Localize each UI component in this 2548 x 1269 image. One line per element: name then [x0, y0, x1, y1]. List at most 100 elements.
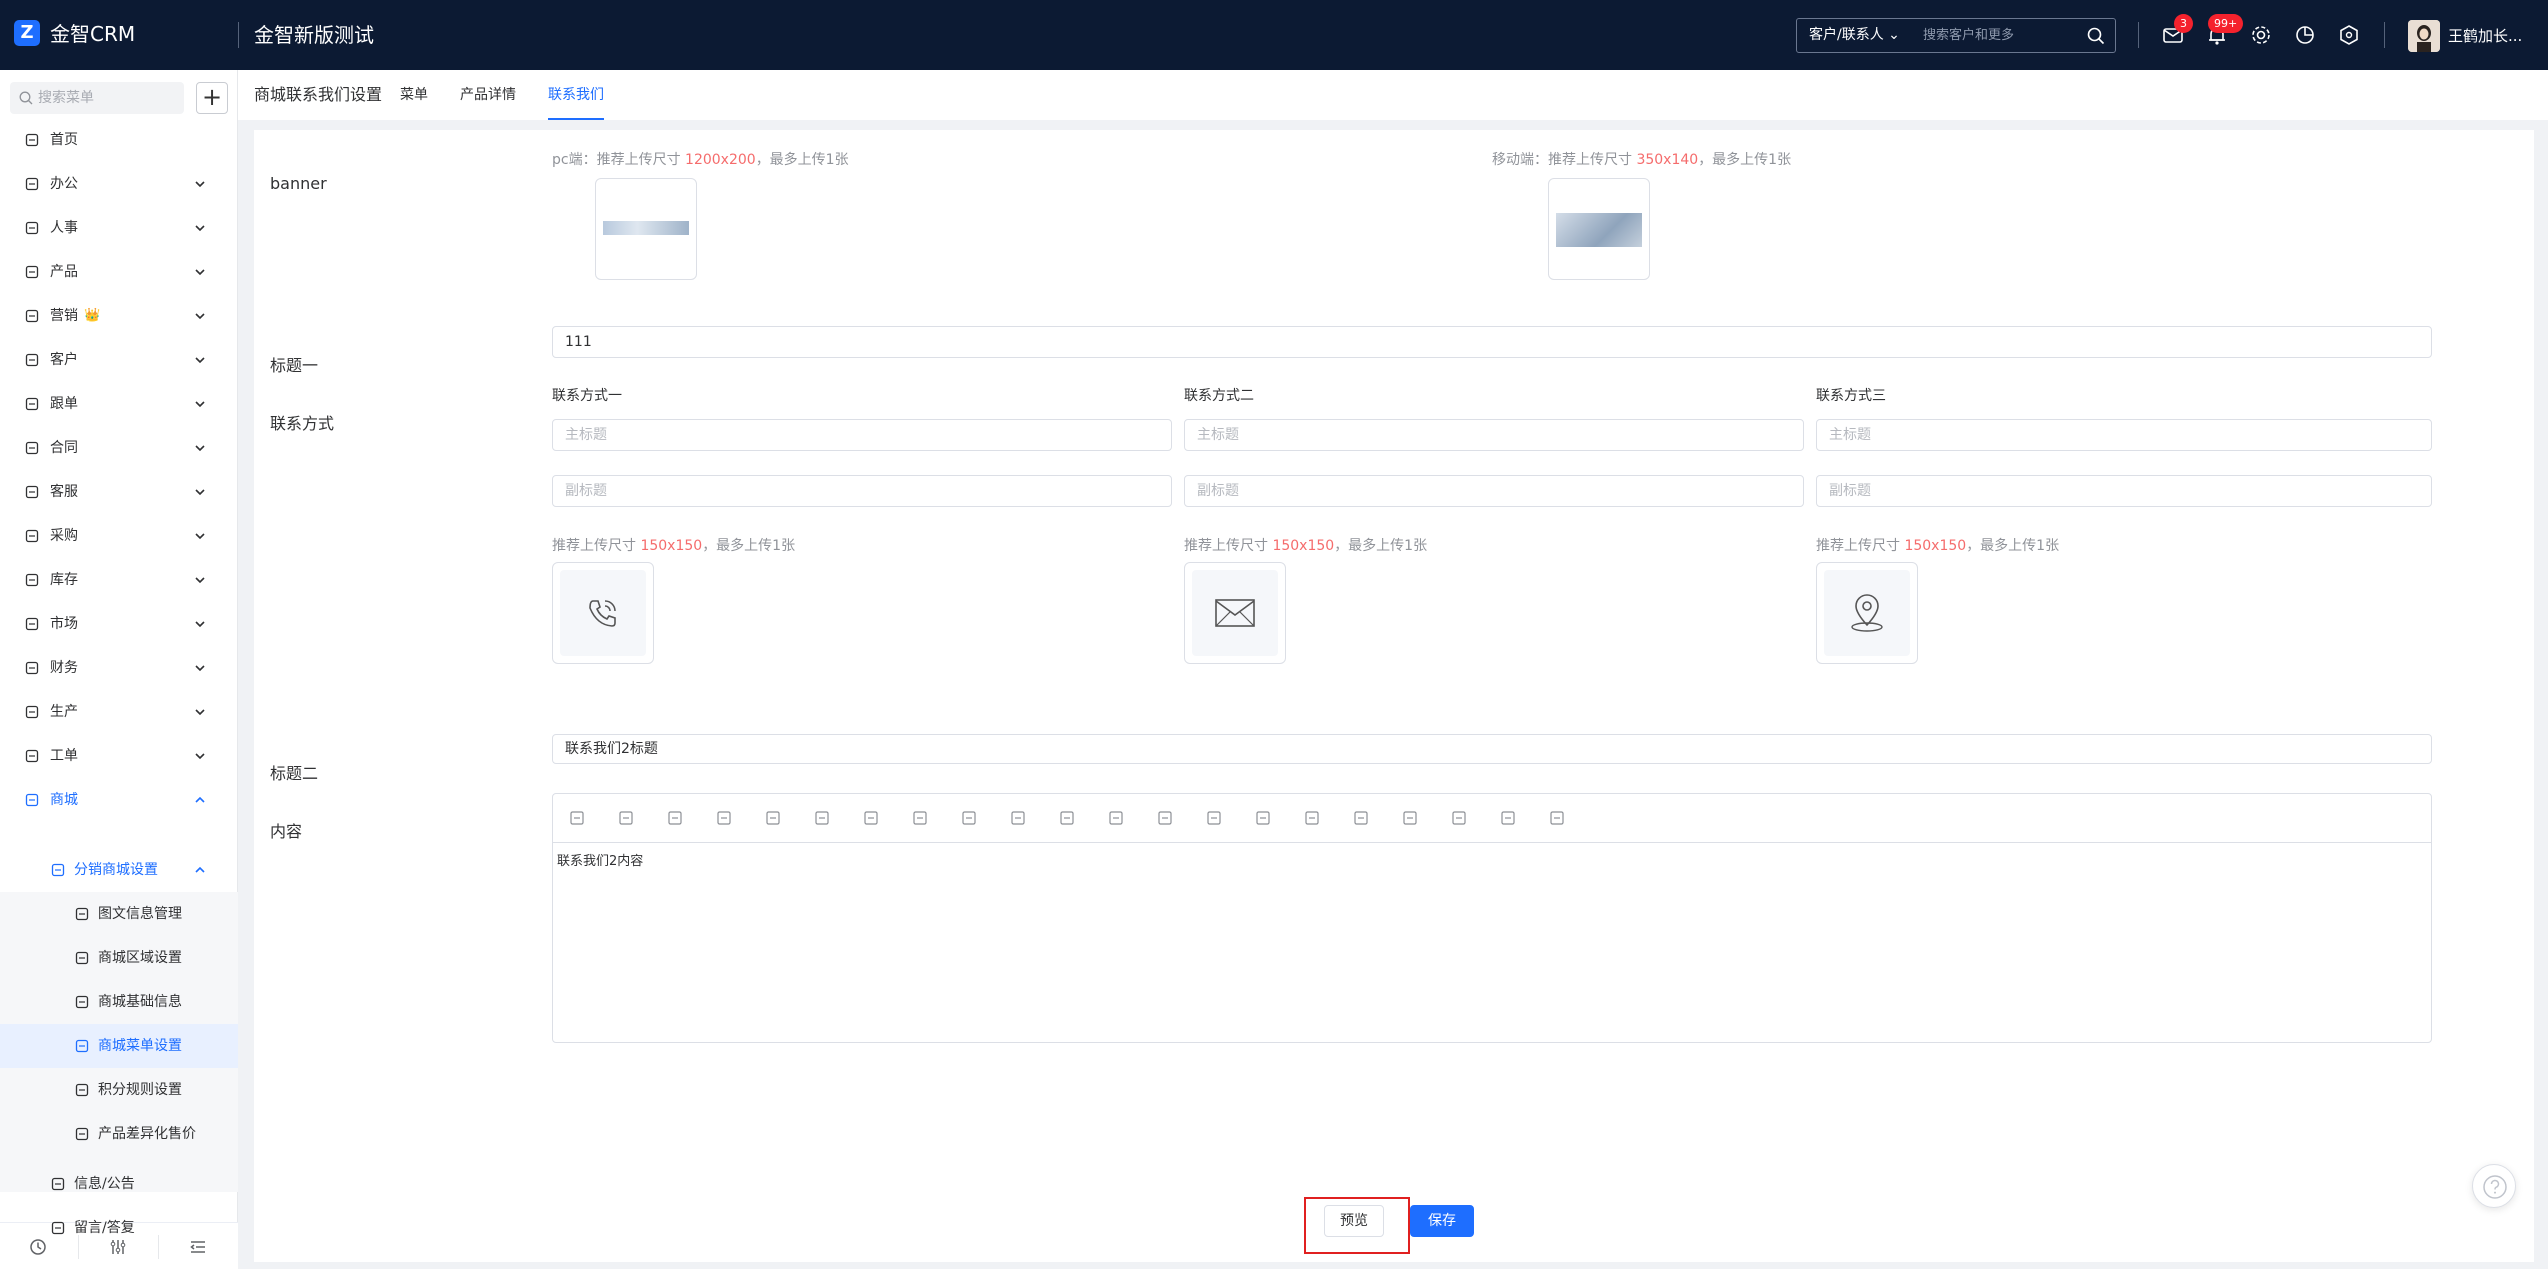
global-search[interactable]: 客户/联系人 ⌄ 搜索客户和更多 [1796, 18, 2116, 53]
contact-one-upload-hint: 推荐上传尺寸 150x150，最多上传1张 [552, 538, 796, 554]
justify-icon[interactable] [1253, 808, 1273, 828]
contact-one-sub-input[interactable]: 副标题 [552, 475, 1172, 507]
contact-three-image-upload[interactable] [1816, 562, 1918, 664]
sidebar-item[interactable]: 库存 [0, 558, 238, 602]
user-name[interactable]: 王鹤加长... [2448, 24, 2522, 48]
save-button[interactable]: 保存 [1410, 1205, 1474, 1237]
sidebar-item[interactable]: 产品 [0, 250, 238, 294]
sidebar-item[interactable]: 采购 [0, 514, 238, 558]
chevron-down-icon [192, 616, 208, 632]
add-menu-button[interactable]: + [196, 82, 228, 114]
logo-icon[interactable]: Z [14, 20, 40, 46]
contact-three-sub-input[interactable]: 副标题 [1816, 475, 2432, 507]
mobile-banner-upload[interactable] [1548, 178, 1650, 280]
search-icon[interactable] [2087, 27, 2105, 45]
chart-pie-icon[interactable] [2292, 22, 2318, 48]
sidebar-item[interactable]: 人事 [0, 206, 238, 250]
sidebar-item-label: 首页 [50, 132, 78, 148]
fullscreen-icon[interactable] [1449, 808, 1469, 828]
bg-color-icon[interactable] [910, 808, 930, 828]
sidebar-item[interactable]: 留言/答复 [0, 1206, 238, 1250]
content-label: 内容 [270, 822, 303, 841]
contact-two-image-upload[interactable] [1184, 562, 1286, 664]
sidebar-item[interactable]: 办公 [0, 162, 238, 206]
sidebar-item[interactable]: 工单 [0, 734, 238, 778]
sidebar-item[interactable]: 生产 [0, 690, 238, 734]
contact-three-main-input[interactable]: 主标题 [1816, 419, 2432, 451]
redo-icon[interactable] [665, 808, 685, 828]
align-left-icon[interactable] [1106, 808, 1126, 828]
preview-button[interactable]: 预览 [1324, 1205, 1384, 1237]
bullet-list-icon[interactable] [1547, 808, 1567, 828]
submenu-item[interactable]: 商城菜单设置 [0, 1024, 238, 1068]
submenu-item[interactable]: 商城区域设置 [0, 936, 238, 980]
chevron-down-icon [192, 748, 208, 764]
title-two-input[interactable]: 联系我们2标题 [552, 734, 2432, 764]
sidebar-item[interactable]: 财务 [0, 646, 238, 690]
italic-icon[interactable] [1008, 808, 1028, 828]
app-name[interactable]: 金智CRM [50, 20, 135, 48]
sidebar-item-label: 市场 [50, 616, 78, 632]
tab-contact-us[interactable]: 联系我们 [548, 70, 604, 120]
sidebar-item[interactable]: 信息/公告 [0, 1162, 238, 1206]
sidebar-item[interactable]: 合同 [0, 426, 238, 470]
underline-icon[interactable] [1057, 808, 1077, 828]
submenu-item[interactable]: 产品差异化售价 [0, 1112, 238, 1156]
align-right-icon[interactable] [1204, 808, 1224, 828]
tab-menu[interactable]: 菜单 [400, 70, 428, 120]
avatar-image-icon [2408, 20, 2440, 52]
sidebar-item[interactable]: 商城 [0, 778, 238, 822]
undo-icon[interactable] [616, 808, 636, 828]
submenu-item[interactable]: 商城基础信息 [0, 980, 238, 1024]
bold-icon[interactable] [959, 808, 979, 828]
submenu-group-distribution[interactable]: 分销商城设置 [0, 848, 238, 892]
font-color-icon[interactable] [861, 808, 881, 828]
rich-text-editor[interactable]: 联系我们2内容 [552, 793, 2432, 1043]
sidebar-item[interactable]: 客服 [0, 470, 238, 514]
heading-icon[interactable] [763, 808, 783, 828]
home-icon [24, 132, 40, 148]
mobile-banner-hint: 移动端：推荐上传尺寸 350x140，最多上传1张 [1492, 152, 1792, 168]
chevron-down-icon [192, 308, 208, 324]
contact-one-image-upload[interactable] [552, 562, 654, 664]
table-icon[interactable] [1302, 808, 1322, 828]
contact-two-title: 联系方式二 [1184, 388, 1254, 404]
pc-banner-upload[interactable] [595, 178, 697, 280]
image-icon[interactable] [1351, 808, 1371, 828]
chevron-down-icon [192, 572, 208, 588]
ordered-list-icon[interactable] [1498, 808, 1518, 828]
source-icon[interactable] [567, 808, 587, 828]
sidebar-item[interactable]: 市场 [0, 602, 238, 646]
sidebar-item-label: 产品 [50, 264, 78, 280]
sidebar-item[interactable]: 首页 [0, 118, 238, 162]
gear-icon[interactable] [2248, 22, 2274, 48]
menu-search-input[interactable]: 搜索菜单 [10, 82, 184, 114]
search-input[interactable]: 搜索客户和更多 [1923, 19, 2014, 52]
contact-two-sub-input[interactable]: 副标题 [1184, 475, 1804, 507]
main-content: banner pc端：推荐上传尺寸 1200x200，最多上传1张 移动端：推荐… [254, 130, 2534, 1262]
submenu-item-label: 图文信息管理 [98, 906, 182, 922]
contact-one-main-input[interactable]: 主标题 [552, 419, 1172, 451]
submenu-item[interactable]: 图文信息管理 [0, 892, 238, 936]
help-button[interactable] [2472, 1164, 2516, 1208]
mall-settings-icon [50, 862, 66, 878]
submenu-item-icon [74, 950, 90, 966]
strikethrough-icon[interactable] [714, 808, 734, 828]
sidebar-item[interactable]: 客户 [0, 338, 238, 382]
submenu-item[interactable]: 积分规则设置 [0, 1068, 238, 1112]
search-scope-select[interactable]: 客户/联系人 ⌄ [1809, 19, 1900, 52]
tab-product-detail[interactable]: 产品详情 [460, 70, 516, 120]
contact-two-main-input[interactable]: 主标题 [1184, 419, 1804, 451]
avatar[interactable] [2408, 20, 2440, 52]
sidebar-item[interactable]: 跟单 [0, 382, 238, 426]
sidebar-item-label: 客服 [50, 484, 78, 500]
editor-content[interactable]: 联系我们2内容 [557, 852, 643, 872]
sidebar-item[interactable]: 营销 👑 [0, 294, 238, 338]
chevron-down-icon [192, 528, 208, 544]
clear-format-icon[interactable] [812, 808, 832, 828]
phone-icon [589, 600, 616, 627]
title-one-input[interactable]: 111 [552, 326, 2432, 358]
cube-icon[interactable] [2336, 22, 2362, 48]
align-center-icon[interactable] [1155, 808, 1175, 828]
attachment-icon[interactable] [1400, 808, 1420, 828]
